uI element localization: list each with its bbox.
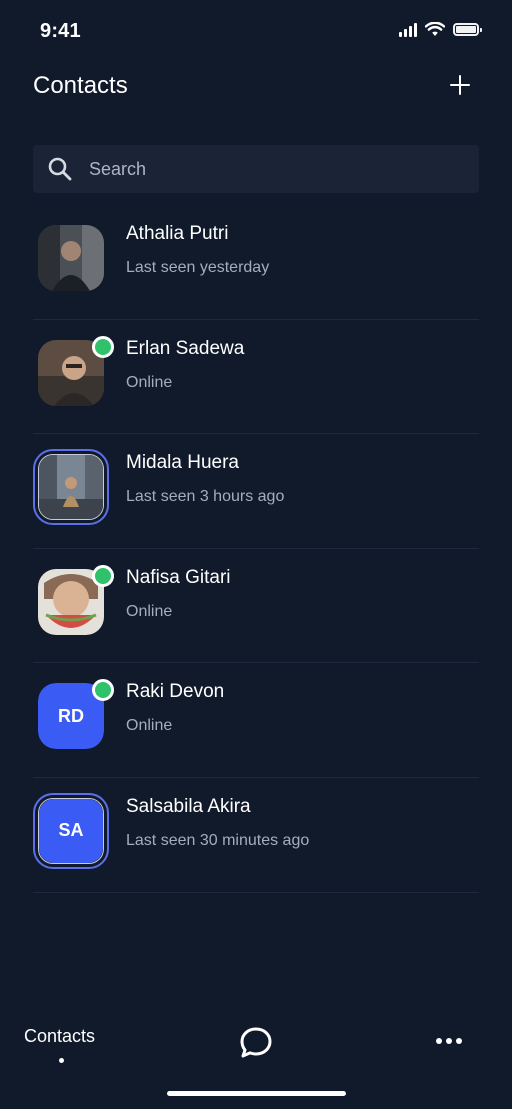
- contact-list: Athalia Putri Last seen yesterday Erlan …: [33, 205, 479, 893]
- online-indicator: [92, 679, 114, 702]
- contact-name: Nafisa Gitari: [126, 566, 231, 588]
- active-tab-indicator: [59, 1058, 64, 1063]
- contact-name: Athalia Putri: [126, 223, 229, 244]
- search-bar[interactable]: [33, 145, 479, 193]
- contact-status: Last seen 3 hours ago: [126, 488, 285, 506]
- online-indicator: [92, 564, 114, 587]
- bottom-navigation: Contacts: [0, 1010, 512, 1070]
- chat-bubble-icon[interactable]: [238, 1025, 274, 1061]
- status-bar: 9:41: [0, 0, 512, 60]
- avatar-container: [33, 449, 109, 526]
- add-contact-button[interactable]: [447, 72, 473, 98]
- header: Contacts: [33, 70, 479, 102]
- search-input[interactable]: [87, 157, 451, 181]
- contact-name: Midala Huera: [126, 452, 239, 474]
- contact-row[interactable]: Athalia Putri Last seen yesterday: [33, 205, 479, 320]
- avatar-story-ring[interactable]: [33, 449, 109, 526]
- contact-name: Salsabila Akira: [126, 795, 251, 817]
- contact-status: Last seen yesterday: [126, 259, 270, 276]
- status-icons: [399, 22, 482, 37]
- avatar: SA: [38, 797, 104, 864]
- contact-name: Erlan Sadewa: [126, 337, 245, 359]
- online-indicator: [92, 335, 114, 358]
- contact-status: Last seen 30 minutes ago: [126, 831, 310, 849]
- contact-row[interactable]: Erlan Sadewa Online: [33, 320, 479, 435]
- avatar[interactable]: [38, 225, 104, 291]
- contact-row[interactable]: Midala Huera Last seen 3 hours ago: [33, 434, 479, 549]
- avatar-photo: [38, 225, 104, 291]
- contact-name: Raki Devon: [126, 681, 225, 703]
- avatar-container: RD: [33, 678, 114, 754]
- status-time: 9:41: [40, 20, 81, 42]
- contact-status: Online: [126, 717, 173, 735]
- contact-row[interactable]: Nafisa Gitari Online: [33, 549, 479, 664]
- more-dots-icon[interactable]: [436, 1038, 462, 1044]
- home-indicator: [167, 1091, 346, 1096]
- avatar-initials: SA: [39, 798, 103, 863]
- contact-row[interactable]: SA Salsabila Akira Last seen 30 minutes …: [33, 778, 479, 893]
- avatar-container: [33, 335, 114, 411]
- battery-icon: [453, 23, 482, 36]
- tab-contacts[interactable]: Contacts: [24, 1026, 96, 1063]
- avatar: [38, 454, 104, 521]
- avatar-container: [33, 564, 114, 640]
- search-icon: [48, 157, 72, 181]
- contact-status: Online: [126, 602, 173, 620]
- contact-row[interactable]: RD Raki Devon Online: [33, 663, 479, 778]
- cellular-signal-icon: [399, 22, 417, 37]
- tab-contacts-label: Contacts: [24, 1026, 96, 1046]
- avatar-container: [33, 220, 109, 296]
- avatar-photo: [39, 455, 103, 520]
- avatar-story-ring[interactable]: SA: [33, 792, 109, 869]
- avatar-container: SA: [33, 792, 109, 869]
- contact-status: Online: [126, 373, 173, 391]
- wifi-icon: [425, 22, 445, 36]
- page-title: Contacts: [33, 72, 128, 99]
